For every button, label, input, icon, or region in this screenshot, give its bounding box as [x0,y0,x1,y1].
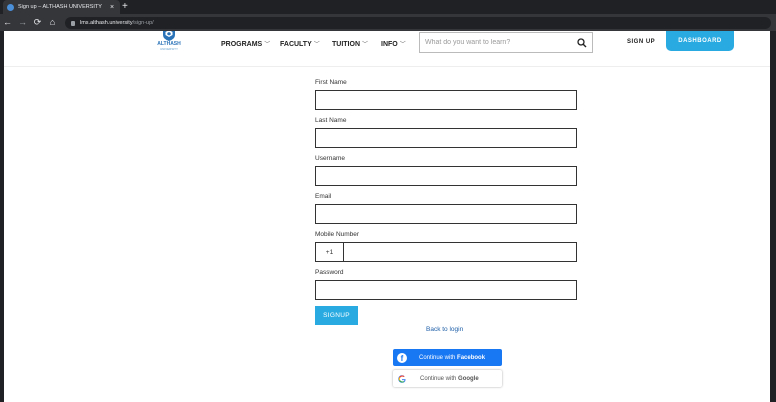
back-to-login-link[interactable]: Back to login [426,326,463,333]
username-label: Username [315,155,345,162]
mobile-number-field: +1 [315,242,577,262]
site-header: ALTHASH UNIVERSITY PROGRAMS ﹀ FACULTY ﹀ TU… [4,31,770,67]
search-box [419,32,593,53]
last-name-input[interactable] [315,128,577,148]
tab-title: Sign up – ALTHASH UNIVERSITY [18,4,102,10]
nav-faculty[interactable]: FACULTY ﹀ [280,39,320,48]
browser-tab[interactable]: Sign up – ALTHASH UNIVERSITY × [3,0,120,14]
tab-bar: Sign up – ALTHASH UNIVERSITY × + [0,0,776,14]
nav-tuition-label: TUITION [332,41,360,48]
search-input[interactable] [425,39,577,46]
username-input[interactable] [315,166,577,186]
logo-subtitle: UNIVERSITY [159,47,178,51]
url-host: lms.althash.university [80,20,133,26]
back-icon[interactable]: ← [0,14,15,31]
dashboard-button[interactable]: DASHBOARD [666,31,734,51]
last-name-label: Last Name [315,117,347,124]
address-bar[interactable]: lms.althash.university/sign-up/ [65,17,771,29]
reload-icon[interactable]: ⟳ [30,14,45,31]
password-input[interactable] [315,280,577,300]
google-icon [398,374,406,383]
mobile-number-label: Mobile Number [315,231,360,238]
facebook-button-label: Continue with Facebook [419,355,485,361]
facebook-name: Facebook [457,354,486,361]
nav-tuition[interactable]: TUITION ﹀ [332,39,368,48]
nav-info-label: INFO [381,41,398,48]
google-prefix: Continue with [420,375,459,382]
chevron-down-icon: ﹀ [264,42,271,48]
chevron-down-icon: ﹀ [362,42,369,48]
mobile-number-input[interactable] [344,243,576,261]
althash-logo-icon [163,31,175,41]
google-button-label: Continue with Google [420,376,479,382]
email-input[interactable] [315,204,577,224]
facebook-icon: f [397,352,407,363]
new-tab-button[interactable]: + [122,1,128,13]
email-label: Email [315,193,332,200]
site-logo[interactable]: ALTHASH UNIVERSITY [155,31,183,55]
nav-programs[interactable]: PROGRAMS ﹀ [221,39,270,48]
sign-up-link[interactable]: SIGN UP [627,39,655,45]
chevron-down-icon: ﹀ [313,42,320,48]
continue-with-google-button[interactable]: Continue with Google [393,370,502,387]
url-path: /sign-up/ [132,20,154,26]
tab-favicon-icon [7,3,14,11]
nav-programs-label: PROGRAMS [221,41,263,48]
page: ALTHASH UNIVERSITY PROGRAMS ﹀ FACULTY ﹀ TU… [4,31,770,402]
facebook-prefix: Continue with [419,354,458,361]
lock-icon [71,20,75,26]
home-icon[interactable]: ⌂ [45,14,60,31]
chevron-down-icon: ﹀ [399,42,406,48]
tab-close-icon[interactable]: × [108,4,116,11]
forward-icon[interactable]: → [15,14,30,31]
first-name-label: First Name [315,79,347,86]
nav-info[interactable]: INFO ﹀ [381,39,406,48]
url-text: lms.althash.university/sign-up/ [80,20,154,26]
nav-faculty-label: FACULTY [280,41,312,48]
continue-with-facebook-button[interactable]: f Continue with Facebook [393,349,502,366]
signup-button[interactable]: SIGNUP [315,306,358,325]
search-icon[interactable] [577,37,587,48]
first-name-input[interactable] [315,90,577,110]
password-label: Password [315,269,344,276]
country-code[interactable]: +1 [316,243,344,261]
google-name: Google [458,375,479,382]
